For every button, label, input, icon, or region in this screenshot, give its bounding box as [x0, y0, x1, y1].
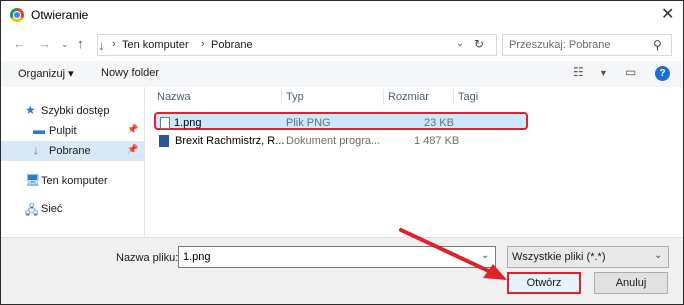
search-box[interactable]: Przeszukaj: Pobrane ⚲ [502, 34, 672, 56]
column-header-tags[interactable]: Tagi [458, 91, 478, 103]
close-icon[interactable]: ✕ [661, 4, 674, 24]
sidebar-item-label: Szybki dostęp [41, 105, 110, 117]
sidebar-item-label: Pulpit [49, 125, 77, 137]
pin-icon[interactable]: 📌 [127, 144, 138, 155]
navigation-bar: ← → ⌄ ↑ ↓ › Ten komputer › Pobrane ⌄ ↻ P… [1, 31, 683, 59]
sidebar-item-network[interactable]: 🖧 Sieć [1, 199, 144, 219]
dialog-title: Otwieranie [31, 8, 89, 22]
pin-icon[interactable]: 📌 [127, 124, 138, 135]
sidebar-item-downloads[interactable]: ↓ Pobrane 📌 [1, 141, 144, 161]
file-type: Dokument progra... [286, 135, 381, 147]
column-header-name[interactable]: Nazwa [157, 91, 191, 103]
search-icon[interactable]: ⚲ [653, 38, 662, 52]
file-type: Plik PNG [286, 117, 331, 129]
address-bar[interactable]: ↓ › Ten komputer › Pobrane ⌄ ↻ [97, 34, 497, 56]
dialog-footer: Nazwa pliku: ⌄ Wszystkie pliki (*.*) ⌄ O… [1, 237, 683, 304]
forward-arrow-icon[interactable]: → [38, 36, 51, 51]
sidebar-item-label: Sieć [41, 203, 63, 215]
sidebar-item-label: Pobrane [49, 145, 91, 157]
cancel-button[interactable]: Anuluj [594, 272, 668, 294]
file-type-select[interactable]: Wszystkie pliki (*.*) ⌄ [507, 246, 669, 268]
breadcrumb-downloads[interactable]: Pobrane [211, 39, 253, 51]
breadcrumb-this-pc[interactable]: Ten komputer [122, 39, 189, 51]
computer-icon: 🖥 [25, 173, 41, 187]
sidebar-item-quick-access[interactable]: ★ Szybki dostęp [1, 101, 144, 121]
sidebar-item-this-pc[interactable]: 🖥 Ten komputer [1, 171, 144, 191]
title-bar: Otwieranie ✕ [1, 1, 683, 29]
file-size: 23 KB [424, 117, 454, 129]
search-placeholder[interactable]: Przeszukaj: Pobrane [509, 39, 611, 51]
view-options-icon[interactable]: ☷ [573, 65, 584, 79]
breadcrumb-separator-icon[interactable]: › [201, 38, 205, 50]
download-arrow-icon: ↓ [98, 37, 105, 53]
file-name: 1.png [174, 117, 202, 129]
breadcrumb-separator-icon[interactable]: › [112, 38, 116, 50]
sidebar-item-desktop[interactable]: ▬ Pulpit 📌 [1, 121, 144, 141]
sidebar-item-label: Ten komputer [41, 175, 108, 187]
file-list: Nazwa Typ Rozmiar Tagi 1.png Plik PNG 23… [145, 87, 683, 237]
network-icon: 🖧 [25, 203, 39, 217]
address-dropdown-chevron-icon[interactable]: ⌄ [456, 38, 464, 49]
file-size: 1 487 KB [414, 135, 460, 147]
navigation-pane: ★ Szybki dostęp ▬ Pulpit 📌 ↓ Pobrane 📌 🖥… [1, 87, 144, 237]
organize-menu[interactable]: Organizuj ▾ [18, 67, 74, 80]
up-arrow-icon[interactable]: ↑ [77, 36, 84, 51]
column-divider[interactable] [453, 89, 454, 105]
file-row-1png[interactable]: 1.png Plik PNG 23 KB [154, 112, 528, 130]
annotation-arrow-icon [399, 228, 507, 280]
recent-locations-chevron-icon[interactable]: ⌄ [61, 39, 69, 50]
chrome-logo-icon [10, 8, 24, 22]
file-name: Brexit Rachmistrz, R... [175, 135, 285, 147]
filename-label: Nazwa pliku: [116, 252, 179, 264]
preview-pane-icon[interactable]: ▭ [625, 65, 636, 79]
view-dropdown-icon[interactable]: ▼ [599, 68, 608, 78]
back-arrow-icon[interactable]: ← [13, 36, 26, 51]
open-file-dialog: Otwieranie ✕ ← → ⌄ ↑ ↓ › Ten komputer › … [0, 0, 684, 305]
star-icon: ★ [25, 103, 36, 117]
help-icon[interactable]: ? [655, 66, 670, 81]
desktop-icon: ▬ [33, 123, 45, 137]
word-document-icon [159, 135, 169, 147]
file-type-value: Wszystkie pliki (*.*) [512, 251, 606, 263]
download-arrow-icon: ↓ [33, 143, 39, 157]
command-toolbar: Organizuj ▾ Nowy folder ☷ ▼ ▭ ? [1, 61, 683, 87]
image-file-icon [160, 117, 170, 129]
file-row-brexit[interactable]: Brexit Rachmistrz, R... Dokument progra.… [155, 132, 525, 150]
column-header-size[interactable]: Rozmiar [388, 91, 429, 103]
column-divider[interactable] [383, 89, 384, 105]
file-type-dropdown-chevron-icon[interactable]: ⌄ [654, 250, 662, 261]
open-button[interactable]: Otwórz [507, 272, 581, 294]
column-header-type[interactable]: Typ [286, 91, 304, 103]
column-divider[interactable] [281, 89, 282, 105]
refresh-icon[interactable]: ↻ [474, 37, 484, 51]
new-folder-button[interactable]: Nowy folder [101, 67, 159, 79]
